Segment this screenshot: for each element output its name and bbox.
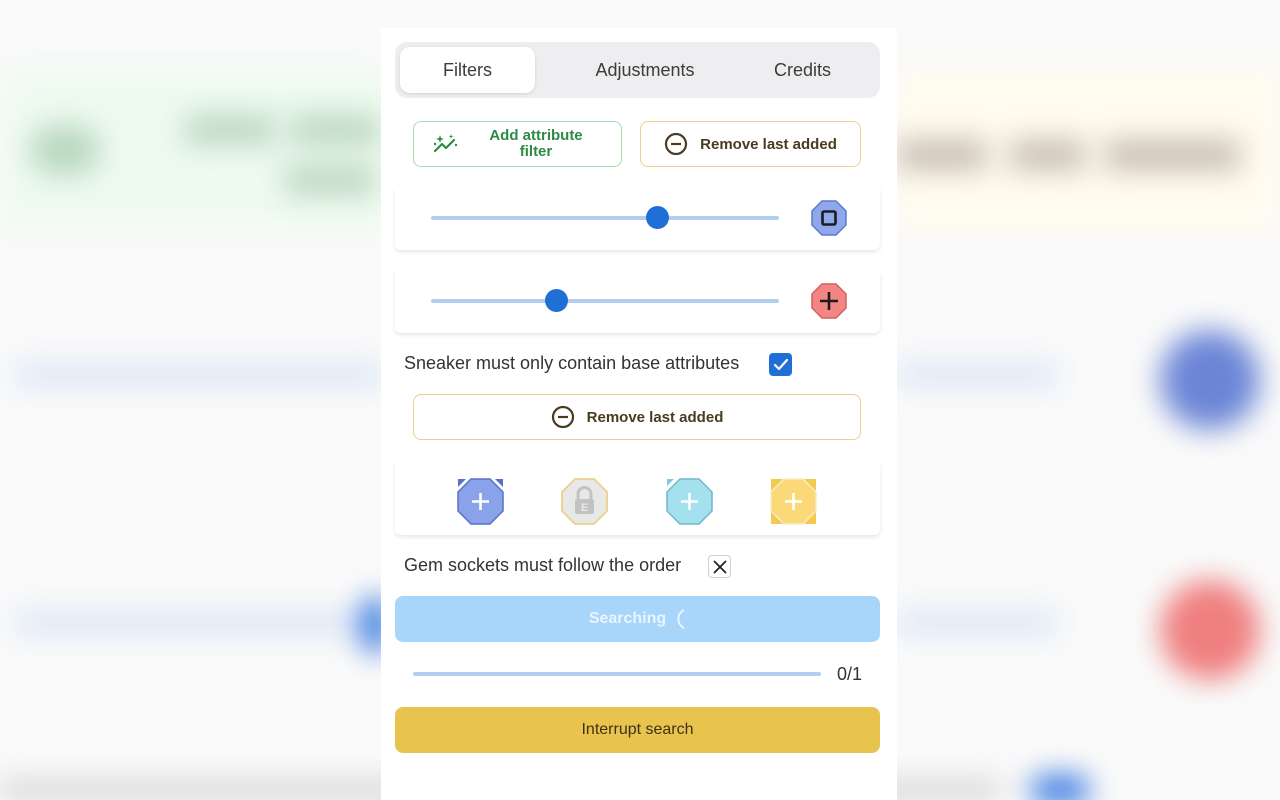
interrupt-search-button[interactable]: Interrupt search <box>395 707 880 753</box>
attribute-slider-track[interactable] <box>431 299 779 303</box>
attribute-filter-row <box>395 186 880 250</box>
search-progress-text: 0/1 <box>837 664 863 684</box>
tab-bar: Filters Adjustments Credits <box>395 42 880 98</box>
add-attribute-filter-button[interactable]: Add attribute filter <box>413 121 622 167</box>
tab-credits[interactable]: Credits <box>740 47 865 93</box>
minus-circle-icon <box>551 405 575 429</box>
gem-socket-locked-icon[interactable]: E <box>561 478 608 525</box>
gem-socket-yellow-add-icon[interactable] <box>770 478 817 525</box>
gem-socket-blue-add-icon[interactable] <box>457 478 504 525</box>
attribute-slider-thumb[interactable] <box>646 206 670 229</box>
sockets-order-label: Gem sockets must follow the order <box>404 555 682 575</box>
search-button[interactable]: Searching <box>395 596 880 642</box>
search-button-label: Searching <box>588 610 667 627</box>
spinner-icon <box>674 608 686 630</box>
plus-icon[interactable] <box>811 283 847 324</box>
gem-socket-cyan-add-icon[interactable] <box>666 478 713 525</box>
tab-filters[interactable]: Filters <box>400 47 535 93</box>
attribute-slider-thumb[interactable] <box>545 289 569 312</box>
close-x-icon <box>712 559 727 574</box>
attribute-filter-row <box>395 269 880 333</box>
sparkle-chart-icon <box>432 133 460 161</box>
remove-last-socket-label: Remove last added <box>586 408 724 426</box>
tab-adjustments[interactable]: Adjustments <box>560 47 730 93</box>
filters-panel: Filters Adjustments Credits Add attribut… <box>381 28 897 800</box>
svg-text:E: E <box>581 502 588 514</box>
interrupt-search-label: Interrupt search <box>581 721 694 738</box>
remove-last-socket-button[interactable]: Remove last added <box>413 394 861 440</box>
base-attributes-label: Sneaker must only contain base attribute… <box>404 353 740 373</box>
attribute-slider-track[interactable] <box>431 216 779 220</box>
stop-square-icon[interactable] <box>811 200 847 241</box>
sockets-order-checkbox[interactable] <box>708 555 731 578</box>
minus-circle-icon <box>664 132 688 156</box>
remove-last-added-button[interactable]: Remove last added <box>640 121 861 167</box>
checkmark-icon <box>773 358 788 370</box>
search-progress-bar <box>413 672 821 676</box>
add-attribute-filter-label: Add attribute filter <box>489 127 583 160</box>
remove-last-added-label: Remove last added <box>700 135 837 153</box>
base-attributes-checkbox[interactable] <box>769 353 792 376</box>
gem-sockets-card: E <box>395 460 880 535</box>
